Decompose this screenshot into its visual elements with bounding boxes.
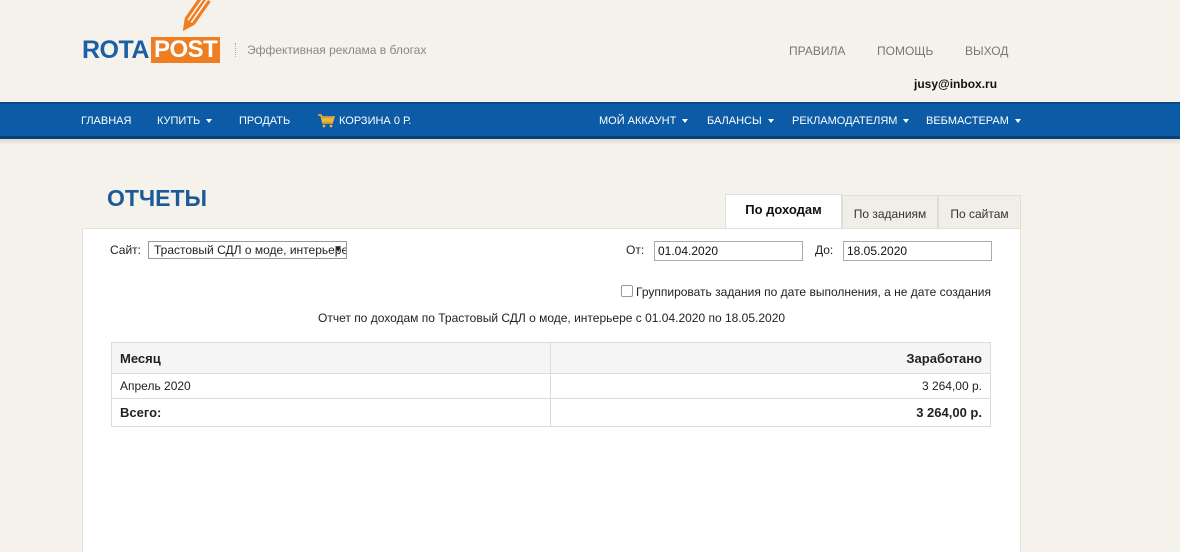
- tab-tasks[interactable]: По заданиям: [842, 195, 938, 228]
- to-date-input[interactable]: [843, 241, 992, 261]
- site-header: ROTA POST Эффективная реклама в блогах П…: [0, 0, 1180, 102]
- page-title: ОТЧЕТЫ: [107, 185, 208, 211]
- tab-income[interactable]: По доходам: [725, 194, 842, 228]
- total-label: Всего:: [110, 398, 552, 427]
- main-nav: ГЛАВНАЯ КУПИТЬ ПРОДАТЬ КОРЗИНА 0 Р. МОЙ …: [0, 102, 1180, 139]
- rules-link[interactable]: ПРАВИЛА: [789, 44, 845, 58]
- user-email[interactable]: jusy@inbox.ru: [914, 77, 997, 91]
- tagline: Эффективная реклама в блогах: [247, 43, 427, 57]
- rotapost-logo[interactable]: ROTA POST: [82, 0, 232, 70]
- report-caption: Отчет по доходам по Трастовый СДЛ о моде…: [318, 311, 786, 325]
- nav-sell-label: ПРОДАТЬ: [239, 115, 291, 127]
- site-label: Сайт:: [110, 243, 142, 257]
- table-total-row: Всего: 3 264,00 р.: [110, 398, 991, 427]
- logout-link[interactable]: ВЫХОД: [965, 44, 1008, 58]
- chevron-down-icon: [206, 119, 213, 124]
- table-row: Апрель 2020 3 264,00 р.: [110, 373, 991, 399]
- help-link[interactable]: ПОМОЩЬ: [877, 44, 933, 58]
- nav-account-label: МОЙ АККАУНТ: [599, 115, 677, 127]
- logo-text-rota: ROTA: [82, 36, 149, 64]
- tab-sites[interactable]: По сайтам: [938, 195, 1021, 228]
- column-header-earned: Заработано: [550, 342, 991, 374]
- nav-home-label: ГЛАВНАЯ: [81, 115, 132, 127]
- site-select[interactable]: Трастовый СДЛ о моде, интерьере ▼: [148, 241, 347, 259]
- row-earned: 3 264,00 р.: [550, 373, 991, 399]
- row-month: Апрель 2020: [110, 373, 552, 399]
- nav-balances-label: БАЛАНСЫ: [707, 115, 762, 127]
- nav-advertisers[interactable]: РЕКЛАМОДАТЕЛЯМ: [792, 104, 910, 138]
- logo-text-post: POST: [151, 37, 221, 63]
- table-header-row: Месяц Заработано: [110, 342, 991, 374]
- nav-shadow: [0, 139, 1180, 145]
- pencil-logo-icon: [182, 0, 211, 32]
- nav-advertisers-label: РЕКЛАМОДАТЕЛЯМ: [792, 115, 898, 127]
- nav-balances[interactable]: БАЛАНСЫ: [707, 104, 774, 138]
- from-label: От:: [626, 243, 645, 257]
- site-select-value: Трастовый СДЛ о моде, интерьере: [154, 243, 347, 257]
- from-date-input[interactable]: [654, 241, 803, 261]
- nav-buy-label: КУПИТЬ: [157, 115, 201, 127]
- nav-webmasters[interactable]: ВЕБМАСТЕРАМ: [926, 104, 1021, 138]
- nav-cart[interactable]: КОРЗИНА 0 Р.: [318, 104, 411, 138]
- nav-buy[interactable]: КУПИТЬ: [157, 104, 213, 138]
- group-by-completion-checkbox[interactable]: [621, 285, 633, 297]
- chevron-down-icon: [1014, 119, 1021, 124]
- nav-sell[interactable]: ПРОДАТЬ: [239, 104, 290, 138]
- column-header-month: Месяц: [110, 342, 552, 374]
- nav-webmasters-label: ВЕБМАСТЕРАМ: [926, 115, 1009, 127]
- logo-separator: [235, 43, 236, 57]
- chevron-down-icon: [682, 119, 689, 124]
- chevron-down-icon: [767, 119, 774, 124]
- cart-icon: [318, 114, 335, 128]
- chevron-down-icon: [903, 119, 910, 124]
- dropdown-arrow-icon: ▼: [333, 244, 343, 255]
- income-report-table: Месяц Заработано Апрель 2020 3 264,00 р.…: [110, 342, 991, 427]
- to-label: До:: [815, 243, 834, 257]
- nav-account[interactable]: МОЙ АККАУНТ: [599, 104, 689, 138]
- group-by-completion-label[interactable]: Группировать задания по дате выполнения,…: [636, 285, 991, 299]
- nav-home[interactable]: ГЛАВНАЯ: [81, 104, 131, 138]
- nav-cart-label: КОРЗИНА 0 Р.: [339, 115, 412, 127]
- total-value: 3 264,00 р.: [550, 398, 991, 427]
